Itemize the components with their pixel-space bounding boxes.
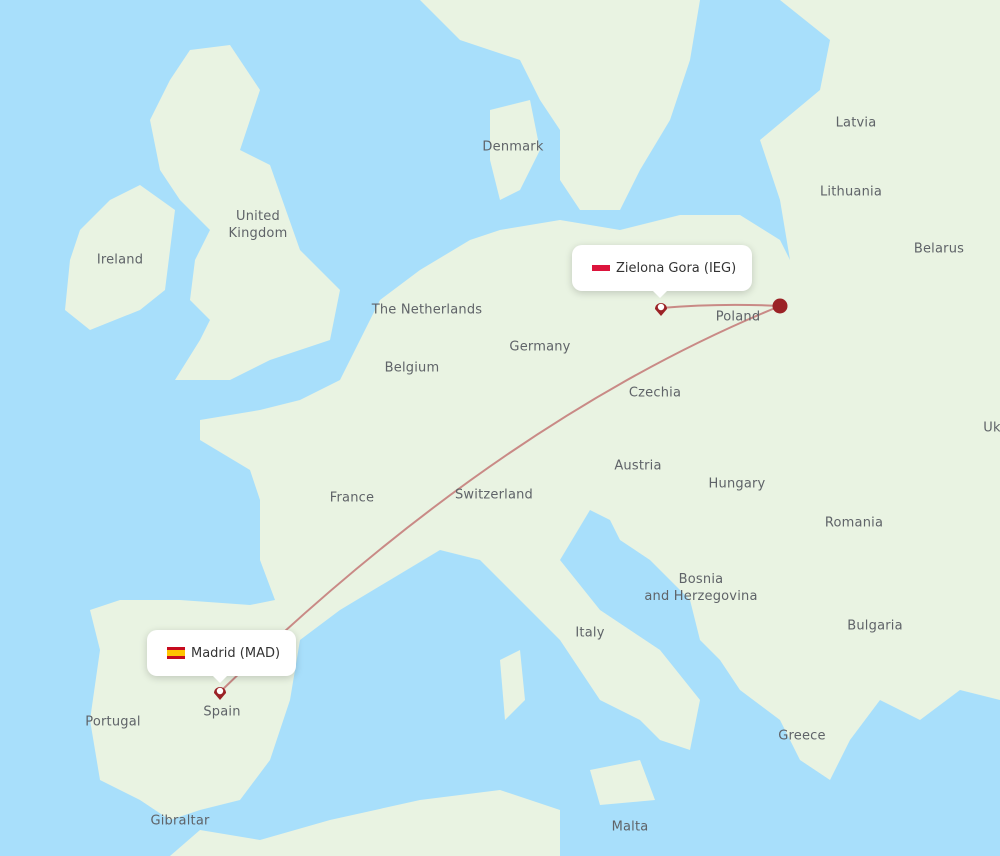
airport-tooltip-mad[interactable]: Madrid (MAD) xyxy=(147,630,297,683)
poland-flag-icon xyxy=(592,265,610,271)
country-label-malta: Malta xyxy=(611,819,649,835)
airport-label-ieg: Zielona Gora (IEG) xyxy=(616,260,737,276)
country-label-denmark: Denmark xyxy=(482,139,544,155)
country-label-spain: Spain xyxy=(203,704,241,720)
country-label-austria: Austria xyxy=(614,458,662,474)
country-label-france: France xyxy=(329,490,375,506)
country-label-greece: Greece xyxy=(778,728,826,744)
country-label-hungary: Hungary xyxy=(708,476,766,492)
country-label-czechia: Czechia xyxy=(628,385,682,401)
country-label-portugal: Portugal xyxy=(85,714,141,730)
country-label-ireland: Ireland xyxy=(96,252,144,268)
country-label-switzerland: Switzerland xyxy=(454,487,534,503)
country-label-bulgaria: Bulgaria xyxy=(847,618,903,634)
country-label-romania: Romania xyxy=(824,515,884,531)
country-label-united-kingdom: United Kingdom xyxy=(228,209,288,241)
spain-flag-icon xyxy=(167,647,185,659)
country-label-italy: Italy xyxy=(575,625,605,641)
country-label-ukraine: Uk xyxy=(983,420,1000,436)
country-label-bosnia-and-herzegovina: Bosnia and Herzegovina xyxy=(644,572,758,604)
country-label-the-netherlands: The Netherlands xyxy=(371,302,483,318)
country-label-lithuania: Lithuania xyxy=(819,184,883,200)
country-label-germany: Germany xyxy=(509,339,571,355)
country-label-belarus: Belarus xyxy=(913,241,965,257)
country-label-poland: Poland xyxy=(715,309,761,325)
airport-label-mad: Madrid (MAD) xyxy=(191,645,281,661)
country-label-latvia: Latvia xyxy=(835,115,877,131)
airport-tooltip-ieg[interactable]: Zielona Gora (IEG) xyxy=(572,245,753,298)
country-label-gibraltar: Gibraltar xyxy=(150,813,210,829)
hub-marker[interactable] xyxy=(772,298,788,314)
country-label-belgium: Belgium xyxy=(384,360,440,376)
